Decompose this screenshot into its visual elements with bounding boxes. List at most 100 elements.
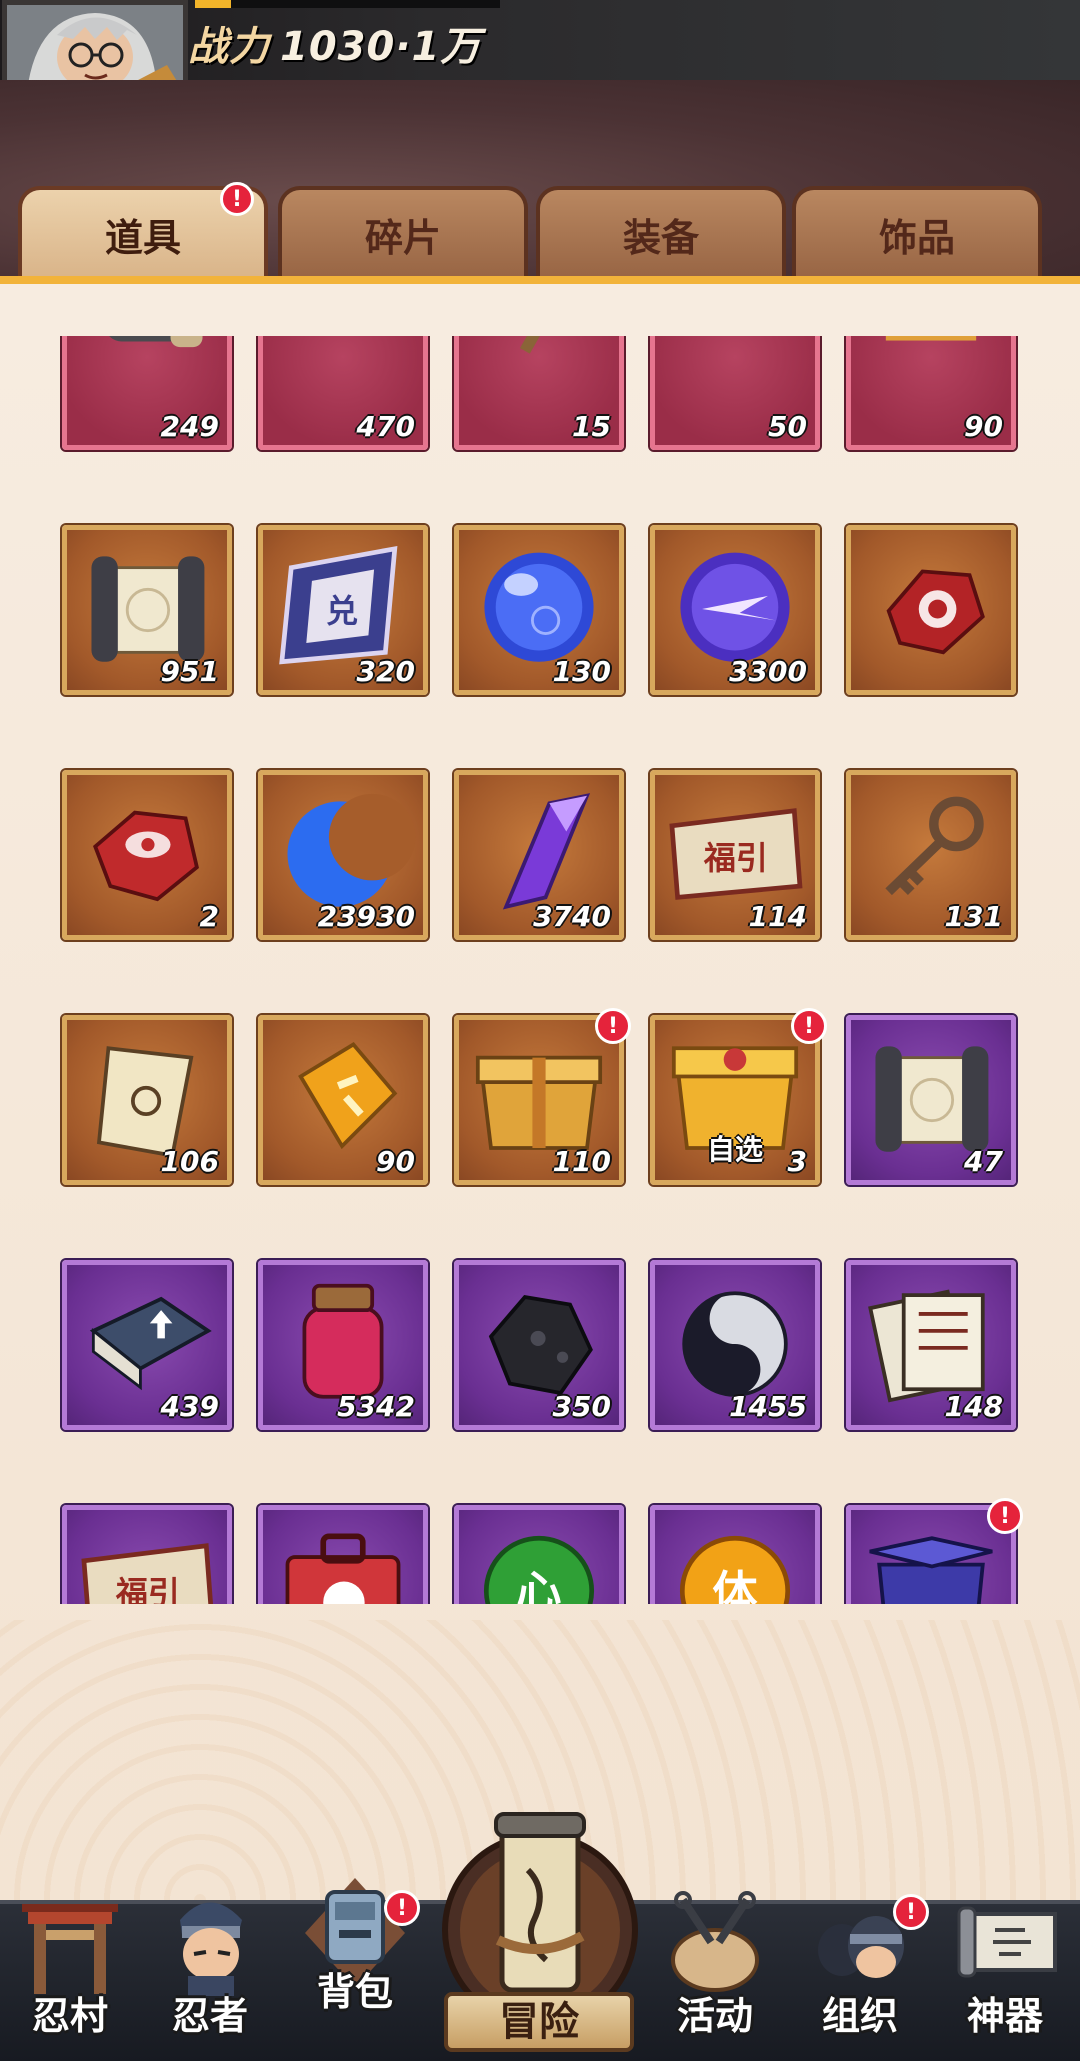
heart-orb-icon: 心: [483, 1535, 595, 1604]
item-slot[interactable]: 3740: [454, 770, 624, 940]
item-count: 951: [160, 655, 219, 688]
nav-village[interactable]: 忍村: [5, 1890, 135, 2050]
svg-text:体: 体: [712, 1566, 758, 1604]
tab-equipment-label: 装备: [622, 215, 699, 260]
item-slot[interactable]: 2: [62, 770, 232, 940]
item-slot[interactable]: 12: [258, 1505, 428, 1604]
item-alert-badge: !: [595, 1008, 631, 1044]
svg-text:心: 心: [516, 1566, 561, 1604]
item-count: 90: [964, 410, 1003, 443]
svg-text:福引: 福引: [703, 839, 768, 877]
item-tag: 自选: [707, 1133, 764, 1166]
item-count: 3: [787, 1145, 807, 1178]
item-slot[interactable]: 自选 3!: [650, 1008, 827, 1185]
item-count: 130: [552, 655, 611, 688]
item-slot[interactable]: 131: [846, 770, 1016, 940]
item-count: 106: [160, 1145, 219, 1178]
nav-ninja[interactable]: 忍者: [145, 1890, 275, 2050]
item-slot[interactable]: 90: [258, 1015, 428, 1185]
item-slot[interactable]: 福引福引9: [62, 1505, 232, 1604]
svg-text:福引: 福引: [115, 1574, 180, 1604]
item-slot[interactable]: 体体30: [650, 1505, 820, 1604]
item-count: 15: [572, 410, 611, 443]
item-count: 1455: [729, 1390, 807, 1423]
nav-activity[interactable]: 活动: [650, 1890, 780, 2050]
item-count: 470: [356, 410, 415, 443]
progress-fill: [195, 0, 231, 8]
tab-fragments[interactable]: 碎片: [278, 186, 528, 278]
body-orb-icon: 体: [679, 1535, 791, 1604]
tab-items-label: 道具: [104, 215, 181, 260]
nav-activity-label: 活动: [676, 1994, 753, 2038]
item-count: 2: [199, 900, 219, 933]
inventory-panel: 249470155090 951 兑兑320 130 3300 223930 3…: [0, 284, 1080, 1900]
item-slot[interactable]: 90: [846, 336, 1016, 450]
item-slot[interactable]: 110!: [454, 1008, 631, 1185]
item-alert-badge: !: [791, 1008, 827, 1044]
fortune-banner-icon: 福引: [81, 1543, 214, 1604]
nav-artifact[interactable]: 神器: [940, 1890, 1070, 2050]
combat-power: 战力 1030·1万: [188, 14, 481, 72]
combat-power-label: 战力: [188, 24, 270, 70]
item-slot[interactable]: 47: [846, 1015, 1016, 1185]
item-grid[interactable]: 249470155090 951 兑兑320 130 3300 223930 3…: [0, 336, 1080, 1604]
item-slot[interactable]: 470: [258, 336, 428, 450]
item-slot[interactable]: 5342: [258, 1260, 428, 1430]
nav-organization-badge: !: [893, 1894, 929, 1930]
item-slot[interactable]: 23930: [258, 770, 428, 940]
item-count: 350: [552, 1390, 611, 1423]
item-count: 249: [160, 410, 219, 443]
svg-text:兑: 兑: [326, 592, 358, 630]
nav-organization-label: 组织: [821, 1994, 898, 2038]
tab-accessories[interactable]: 饰品: [792, 186, 1042, 278]
item-count: 47: [964, 1145, 1003, 1178]
medkit-icon: [285, 1533, 401, 1604]
tab-underline: [0, 276, 1080, 284]
nav-backpack-badge: !: [384, 1890, 420, 1926]
item-alert-badge: !: [987, 1498, 1023, 1534]
nav-adventure-label[interactable]: 冒险: [444, 1992, 634, 2052]
item-count: 5342: [337, 1390, 415, 1423]
item-slot[interactable]: 兑兑320: [258, 525, 428, 695]
item-slot[interactable]: 11!: [846, 1498, 1023, 1604]
adventure-scroll-icon: [442, 1812, 638, 2028]
item-slot[interactable]: 心心200: [454, 1505, 624, 1604]
tab-fragments-label: 碎片: [364, 215, 441, 260]
purple-box-icon: [869, 1536, 993, 1604]
nav-organization[interactable]: ! 组织: [795, 1890, 929, 2050]
item-count: 439: [160, 1390, 219, 1423]
village-gate-icon: [22, 1904, 118, 1994]
ninja-icon: [180, 1902, 242, 1996]
item-count: 50: [768, 410, 807, 443]
item-slot[interactable]: 1455: [650, 1260, 820, 1430]
tab-accessories-label: 饰品: [878, 215, 955, 260]
item-count: 148: [944, 1390, 1003, 1423]
item-slot[interactable]: 福引福引114: [650, 770, 820, 940]
red-stone-icon: [886, 569, 985, 655]
nav-artifact-label: 神器: [966, 1994, 1043, 2038]
item-count: 90: [376, 1145, 415, 1178]
item-count: 3300: [729, 655, 807, 688]
nav-village-label: 忍村: [31, 1994, 108, 2038]
nav-backpack[interactable]: ! 背包: [290, 1878, 420, 2050]
item-slot[interactable]: 130: [454, 525, 624, 695]
kunai-drum-icon: [671, 1891, 759, 1992]
item-count: 3740: [533, 900, 611, 933]
item-slot[interactable]: 15: [454, 336, 624, 450]
item-slot[interactable]: 106: [62, 1015, 232, 1185]
item-slot[interactable]: 50: [650, 336, 820, 450]
item-slot[interactable]: 951: [62, 525, 232, 695]
tab-equipment[interactable]: 装备: [536, 186, 786, 278]
avatar-portrait-icon: [7, 5, 183, 91]
item-count: 131: [944, 900, 1003, 933]
item-slot[interactable]: 3300: [650, 525, 820, 695]
item-count: 320: [356, 655, 415, 688]
item-slot[interactable]: 148: [846, 1260, 1016, 1430]
item-slot[interactable]: [846, 525, 1016, 695]
item-slot[interactable]: 350: [454, 1260, 624, 1430]
item-slot[interactable]: 249: [62, 336, 232, 450]
item-count: 110: [552, 1145, 611, 1178]
item-slot[interactable]: 439: [62, 1260, 232, 1430]
tab-items[interactable]: 道具 !: [18, 182, 268, 278]
tab-items-badge: !: [220, 182, 254, 216]
